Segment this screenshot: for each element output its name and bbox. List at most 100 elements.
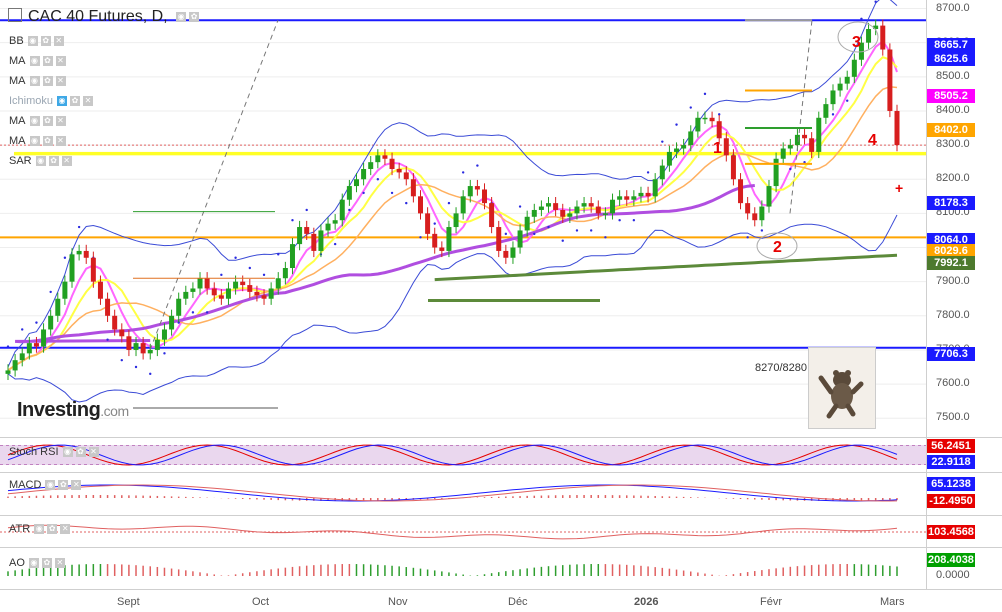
- candle-body: [304, 227, 310, 234]
- pane-label-stoch-rsi[interactable]: Stoch RSI ◉ ✿ ✕: [9, 446, 102, 458]
- ao-histogram: [7, 564, 898, 576]
- indicator-label-sar[interactable]: SAR ◉ ✿ ✕: [9, 155, 75, 167]
- indicator-label-ma[interactable]: MA ◉ ✿ ✕: [9, 115, 69, 127]
- sar-dot: [589, 229, 593, 232]
- candle-body: [631, 196, 637, 200]
- candle-body: [289, 244, 295, 269]
- candle-body: [567, 213, 573, 217]
- sar-dot: [746, 236, 749, 239]
- candle-body: [638, 192, 644, 197]
- candle-body: [538, 206, 544, 210]
- sar-dot: [262, 273, 266, 277]
- candle-body: [709, 117, 715, 122]
- chart-title[interactable]: CAC 40 Futures, D, ◉ ✿: [8, 8, 202, 26]
- candle-body: [794, 134, 800, 146]
- sar-dot: [21, 328, 24, 331]
- candle-body: [617, 196, 623, 200]
- candle-body: [169, 315, 175, 330]
- gear-icon: ✿: [40, 36, 51, 47]
- candle-body: [26, 343, 32, 354]
- sar-dot: [689, 106, 692, 109]
- indicator-label-ma[interactable]: MA ◉ ✿ ✕: [9, 135, 69, 147]
- candle-body: [524, 216, 530, 231]
- pane-label-macd[interactable]: MACD ◉ ✿ ✕: [9, 479, 84, 491]
- sar-dot: [362, 191, 365, 195]
- candle-body: [581, 203, 587, 207]
- sar-dot: [6, 345, 10, 348]
- candle-body: [19, 353, 25, 361]
- candle-body: [233, 281, 239, 289]
- candle-body: [759, 206, 765, 221]
- sar-dot: [333, 242, 337, 246]
- candle-body: [446, 227, 452, 251]
- indicator-label-bb[interactable]: BB ◉ ✿ ✕: [9, 35, 67, 47]
- candle-body: [403, 172, 409, 180]
- candle-body: [645, 192, 651, 197]
- indicator-label-ma[interactable]: MA ◉ ✿ ✕: [9, 55, 69, 67]
- candle-body: [346, 186, 352, 200]
- x-label: Sept: [117, 596, 140, 608]
- title-text: CAC 40 Futures, D,: [28, 8, 168, 26]
- pane-label-atr[interactable]: ATR ◉ ✿ ✕: [9, 523, 73, 535]
- candle-body: [574, 206, 580, 214]
- candle-body: [140, 343, 146, 354]
- candle-body: [624, 196, 630, 200]
- atr-line: [0, 524, 926, 540]
- eye-icon: ◉: [57, 96, 68, 107]
- close-icon: ✕: [71, 480, 82, 491]
- candle-body: [460, 196, 466, 214]
- candle-body: [62, 281, 68, 299]
- candle-body: [666, 151, 672, 166]
- sar-dot: [205, 311, 209, 314]
- sar-dot: [447, 201, 451, 205]
- y-tick-label: 8300.0: [936, 138, 970, 151]
- sar-dot: [518, 205, 522, 208]
- sar-dot: [277, 253, 280, 256]
- price-tag: 7706.3: [927, 347, 975, 361]
- candle-body: [161, 329, 167, 340]
- indicator-label-ichimoku[interactable]: Ichimoku ◉ ✿ ✕: [9, 95, 96, 107]
- pane-label-ao[interactable]: AO ◉ ✿ ✕: [9, 557, 68, 569]
- sar-dot: [220, 273, 223, 277]
- gear-icon: ✿: [47, 524, 58, 535]
- sar-dot: [533, 232, 536, 236]
- y-tick-label: 7900.0: [936, 274, 970, 287]
- candle-body: [474, 186, 480, 190]
- candle-body: [5, 370, 11, 374]
- close-icon: ✕: [55, 116, 66, 127]
- candle-body: [652, 179, 658, 197]
- y-tick-label: 7500.0: [936, 411, 970, 424]
- bear-image: [808, 347, 876, 429]
- candle-body: [268, 288, 274, 299]
- sar-dot: [77, 225, 81, 229]
- sar-dot: [35, 321, 38, 324]
- sar-dot: [419, 236, 422, 239]
- candle-body: [197, 278, 203, 289]
- sar-dot: [234, 256, 237, 259]
- candle-body: [595, 206, 601, 214]
- wave-label-2: 2: [773, 239, 782, 256]
- eye-icon: ◉: [27, 36, 38, 47]
- candle-body: [489, 203, 495, 228]
- candle-body: [41, 329, 47, 347]
- bear-icon: [818, 370, 864, 419]
- sar-dot: [632, 219, 636, 222]
- candle-body: [190, 288, 196, 292]
- candle-body: [496, 227, 502, 251]
- price-tag: 8625.6: [927, 52, 975, 66]
- sar-dot: [149, 372, 152, 376]
- sar-dot: [120, 358, 123, 362]
- candle-body: [417, 196, 423, 214]
- eye-icon: ◉: [28, 558, 39, 569]
- price-chart[interactable]: [0, 0, 1002, 612]
- title-buttons[interactable]: ◉ ✿: [176, 8, 202, 26]
- candle-body: [787, 145, 793, 149]
- candle-body: [204, 278, 210, 289]
- collapse-icon[interactable]: [8, 8, 22, 23]
- candle-body: [339, 199, 345, 221]
- indicator-label-ma[interactable]: MA ◉ ✿ ✕: [9, 75, 69, 87]
- price-tag: 8505.2: [927, 89, 975, 103]
- price-tag: 8178.3: [927, 196, 975, 210]
- sar-dot: [191, 311, 195, 314]
- signal-line: [7, 484, 898, 502]
